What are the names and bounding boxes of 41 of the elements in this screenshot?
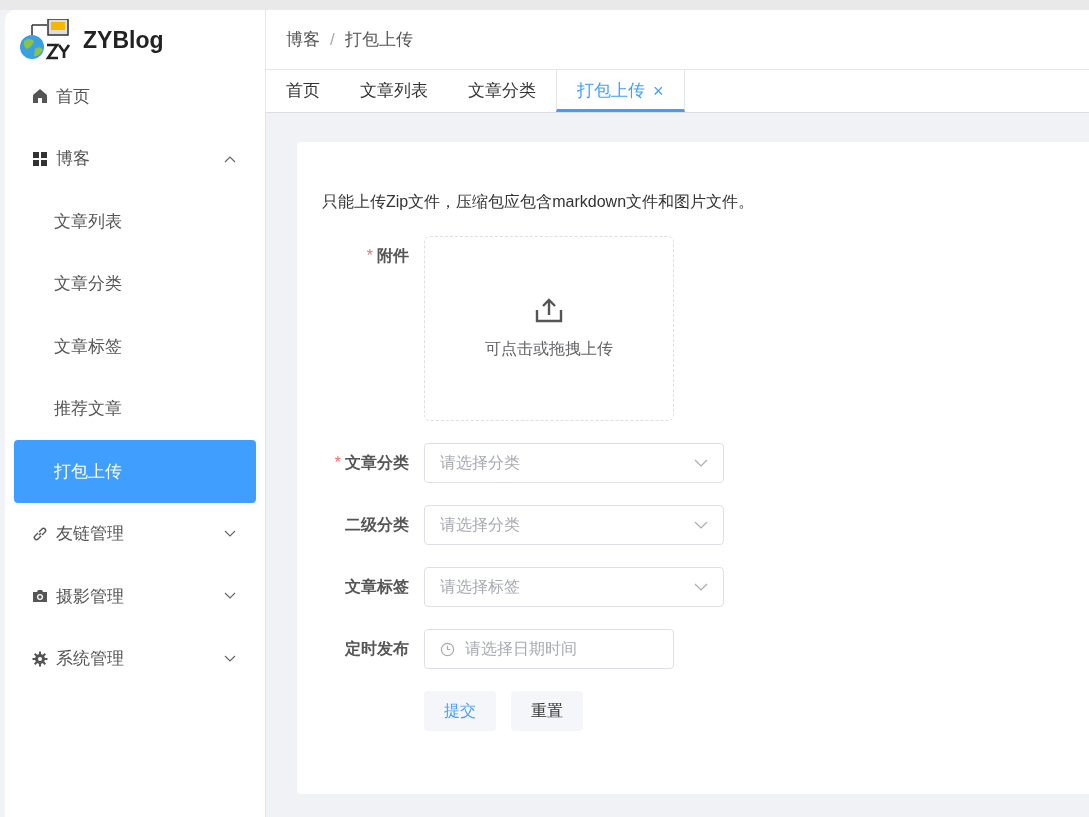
field-label-text: 二级分类 bbox=[345, 516, 409, 533]
breadcrumb-current: 打包上传 bbox=[344, 28, 413, 51]
field-label-text: 定时发布 bbox=[345, 640, 409, 657]
breadcrumb-link[interactable]: 博客 bbox=[286, 26, 320, 53]
field-label-text: 文章分类 bbox=[345, 454, 409, 471]
instruction-text: 只能上传Zip文件，压缩包应包含markdown文件和图片文件。 bbox=[322, 192, 756, 212]
home-icon bbox=[32, 88, 48, 105]
required-mark: * bbox=[366, 247, 373, 264]
chevron-down-icon bbox=[224, 654, 236, 663]
menu-item[interactable]: 摄影管理 bbox=[14, 565, 256, 628]
link-icon bbox=[32, 525, 48, 542]
submenu-item[interactable]: 文章分类 bbox=[14, 252, 256, 315]
camera-icon bbox=[32, 588, 48, 605]
menu-item[interactable]: 博客 bbox=[14, 127, 256, 190]
gear-icon bbox=[32, 650, 48, 667]
field-label-text: 文章标签 bbox=[345, 578, 409, 595]
reset-button[interactable]: 重置 bbox=[511, 691, 583, 731]
upload-dropzone[interactable]: 可点击或拖拽上传 bbox=[424, 236, 674, 421]
required-mark: * bbox=[334, 454, 341, 471]
menu-item[interactable]: 系统管理 bbox=[14, 627, 256, 690]
chevron-down-icon bbox=[694, 459, 708, 467]
menu-item[interactable]: 首页 bbox=[14, 65, 256, 128]
submenu-item[interactable]: 推荐文章 bbox=[14, 377, 256, 440]
chevron-down-icon bbox=[694, 583, 708, 591]
chevron-down-icon bbox=[224, 592, 236, 601]
field-label-text: 附件 bbox=[377, 247, 409, 264]
tab[interactable]: 文章列表 bbox=[340, 70, 448, 112]
chevron-up-icon bbox=[224, 154, 236, 163]
clock-icon bbox=[440, 641, 455, 657]
tab[interactable]: 文章分类 bbox=[448, 70, 556, 112]
breadcrumb-separator: / bbox=[330, 28, 335, 51]
chevron-down-icon bbox=[694, 521, 708, 529]
logo-icon bbox=[19, 19, 71, 61]
tab[interactable]: 首页 bbox=[266, 70, 340, 112]
menu-item[interactable]: 友链管理 bbox=[14, 502, 256, 565]
chevron-down-icon bbox=[224, 529, 236, 538]
submenu-item[interactable]: 文章标签 bbox=[14, 315, 256, 378]
logo-text: ZYBlog bbox=[83, 25, 164, 55]
submenu-item[interactable]: 文章列表 bbox=[14, 190, 256, 253]
grid-icon bbox=[32, 150, 48, 167]
upload-icon bbox=[535, 296, 563, 323]
